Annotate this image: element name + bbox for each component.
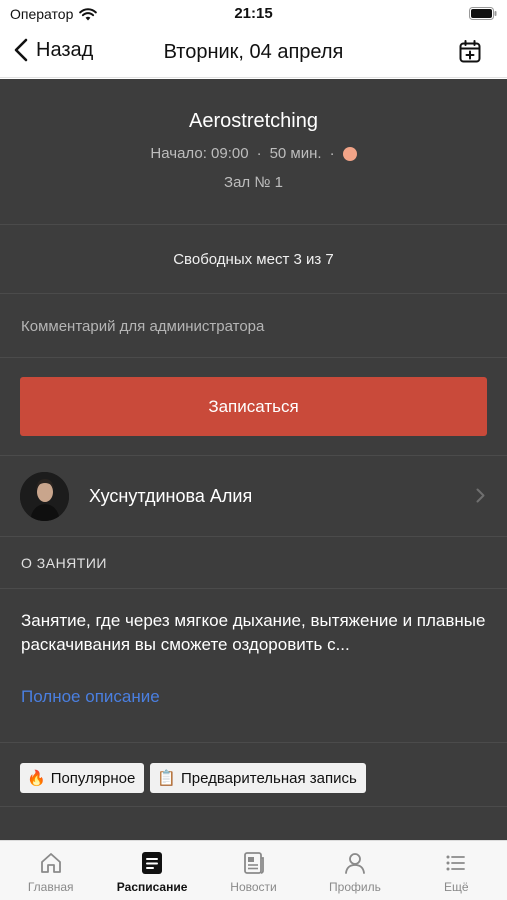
tag-label: Популярное xyxy=(50,769,136,787)
class-start-time: Начало: 09:00 xyxy=(150,145,249,162)
class-title: Aerostretching xyxy=(189,110,318,132)
trainer-name: Хуснутдинова Алия xyxy=(89,485,253,506)
about-section: Занятие, где через мягкое дыхание, вытяж… xyxy=(0,589,507,743)
intensity-dot-icon xyxy=(342,146,357,161)
tag-preregistration: 📋 Предварительная запись xyxy=(150,763,366,793)
tab-more[interactable]: Ещё xyxy=(406,841,507,900)
schedule-icon xyxy=(142,852,163,874)
tab-label: Новости xyxy=(230,880,277,894)
tab-home[interactable]: Главная xyxy=(0,841,101,900)
comment-row xyxy=(0,294,507,358)
meta-separator: · xyxy=(256,145,262,162)
status-bar: Оператор 21:15 xyxy=(0,0,507,28)
back-label: Назад xyxy=(36,38,94,61)
tag-popular: 🔥 Популярное xyxy=(20,763,145,793)
class-details: Aerostretching Начало: 09:00 · 50 мин. ·… xyxy=(0,79,507,840)
news-icon xyxy=(243,852,264,874)
clipboard-icon: 📋 xyxy=(157,770,176,787)
tab-label: Расписание xyxy=(116,880,188,894)
add-to-calendar-icon[interactable] xyxy=(459,40,481,64)
tab-bar: Главная Расписание Новости Профиль Ещё xyxy=(0,840,507,900)
clock: 21:15 xyxy=(234,5,273,22)
back-button[interactable]: Назад xyxy=(14,38,93,62)
battery-icon xyxy=(469,7,497,20)
class-header: Aerostretching Начало: 09:00 · 50 мин. ·… xyxy=(0,79,507,225)
signup-row: Записаться xyxy=(0,358,507,456)
about-text: Занятие, где через мягкое дыхание, вытяж… xyxy=(21,611,486,654)
chevron-right-icon xyxy=(476,488,485,503)
tab-label: Профиль xyxy=(329,880,381,894)
admin-comment-input[interactable] xyxy=(21,294,481,358)
class-duration: 50 мин. xyxy=(269,145,322,162)
tag-label: Предварительная запись xyxy=(180,769,357,787)
profile-icon xyxy=(345,853,365,874)
meta-separator: · xyxy=(329,145,335,162)
tab-label: Ещё xyxy=(444,880,469,894)
home-icon xyxy=(40,853,61,873)
navigation-bar: Назад Вторник, 04 апреля xyxy=(0,28,507,78)
tab-news[interactable]: Новости xyxy=(203,841,304,900)
trainer-avatar xyxy=(20,471,69,521)
tab-profile[interactable]: Профиль xyxy=(304,841,405,900)
free-seats: Свободных мест 3 из 7 xyxy=(0,225,507,294)
class-meta: Начало: 09:00 · 50 мин. · xyxy=(0,145,507,162)
signup-button[interactable]: Записаться xyxy=(20,377,487,436)
fire-icon: 🔥 xyxy=(27,770,46,787)
tab-label: Главная xyxy=(27,880,74,894)
about-section-label: О ЗАНЯТИИ xyxy=(0,537,507,589)
more-icon xyxy=(446,855,466,871)
trainer-row[interactable]: Хуснутдинова Алия xyxy=(0,456,507,537)
full-description-link[interactable]: Полное описание xyxy=(21,687,160,707)
chevron-left-icon xyxy=(14,38,28,62)
tags-row: 🔥 Популярное 📋 Предварительная запись xyxy=(0,743,507,807)
tab-schedule[interactable]: Расписание xyxy=(101,841,202,900)
class-room: Зал № 1 xyxy=(224,174,283,191)
